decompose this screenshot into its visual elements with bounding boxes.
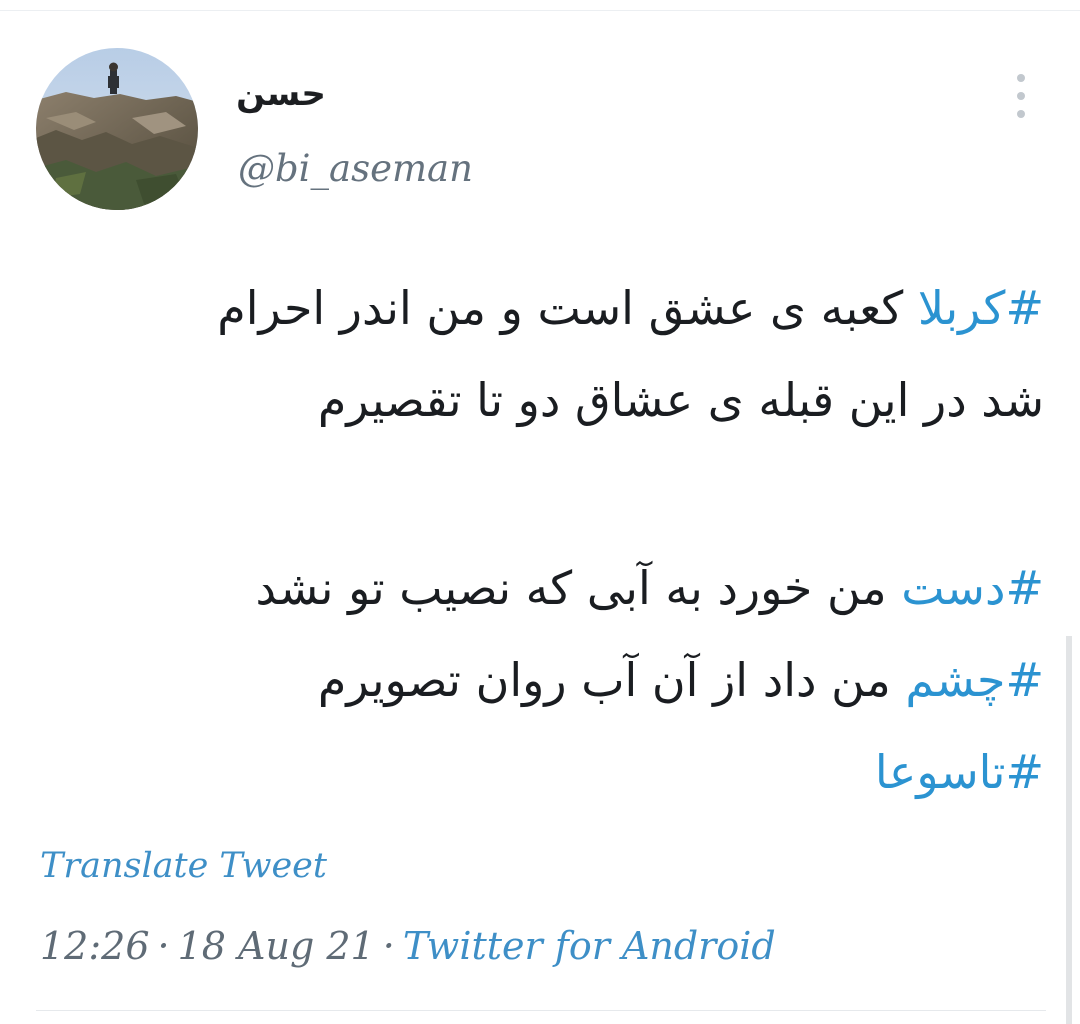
tweet-line-text: کعبه ی عشق است و من اندر احرام: [217, 281, 918, 335]
tweet-text: #کربلا کعبه ی عشق است و من اندر احرام شد…: [40, 262, 1044, 818]
hashtag-link[interactable]: #کربلا: [918, 281, 1044, 335]
tweet-line-text: شد در این قبله ی عشاق دو تا تقصیرم: [317, 373, 1044, 427]
tweet-line: #دست من خورد به آبی که نصیب تو نشد: [40, 542, 1044, 634]
hashtag-link[interactable]: #چشم: [905, 653, 1044, 707]
tweet-line: #چشم من داد از آن آب روان تصویرم: [40, 634, 1044, 726]
meta-separator: ·: [382, 924, 395, 968]
tweet-line: #تاسوعا: [40, 726, 1044, 818]
tweet-time: 12:26: [40, 924, 150, 968]
display-name[interactable]: حسن: [236, 72, 326, 116]
hashtag-link[interactable]: #تاسوعا: [875, 745, 1044, 799]
tweet-line: شد در این قبله ی عشاق دو تا تقصیرم: [40, 354, 1044, 446]
avatar-photo: [36, 48, 198, 210]
more-vertical-icon[interactable]: [1008, 74, 1034, 118]
tweet-line: #کربلا کعبه ی عشق است و من اندر احرام: [40, 262, 1044, 354]
tweet-line-text: من خورد به آبی که نصیب تو نشد: [255, 561, 902, 615]
bottom-divider: [36, 1010, 1046, 1011]
translate-tweet-link[interactable]: Translate Tweet: [40, 842, 327, 890]
scrollbar[interactable]: [1066, 636, 1072, 1024]
tweet-source-link[interactable]: Twitter for Android: [403, 924, 776, 968]
top-divider: [0, 10, 1080, 11]
meta-separator: ·: [157, 924, 170, 968]
tweet-line-text: من داد از آن آب روان تصویرم: [317, 653, 906, 707]
hashtag-link[interactable]: #دست: [901, 561, 1044, 615]
menu-dot: [1017, 110, 1025, 118]
avatar[interactable]: [36, 48, 198, 210]
tweet-meta: 12:26 · 18 Aug 21 · Twitter for Android: [40, 920, 776, 972]
tweet-date: 18 Aug 21: [177, 924, 375, 968]
menu-dot: [1017, 74, 1025, 82]
menu-dot: [1017, 92, 1025, 100]
handle[interactable]: @bi_aseman: [238, 146, 473, 192]
